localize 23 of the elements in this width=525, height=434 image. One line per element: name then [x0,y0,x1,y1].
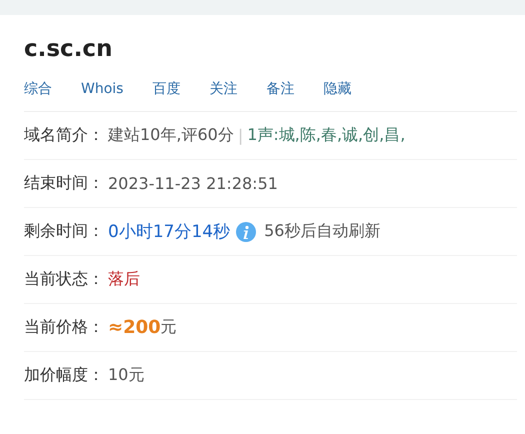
field-value: 2023-11-23 21:28:51 [108,174,278,193]
field-value: ≈200 [108,317,161,338]
tab-link[interactable]: 综合 [24,79,52,99]
field-label: 剩余时间： [24,221,104,242]
tab-link[interactable]: 备注 [266,79,294,99]
tab-link[interactable]: Whois [81,79,124,99]
tab-link[interactable]: 百度 [152,79,180,99]
domain-title: c.sc.cn [24,35,114,63]
field-value: 0小时17分14秒 [108,221,230,243]
field-label: 结束时间： [24,173,104,194]
tone-info: 1声:城,陈,春,诚,创,昌, [247,125,406,146]
field-value: 落后 [108,269,140,290]
field-label: 加价幅度： [24,365,104,386]
refresh-note: 56秒后自动刷新 [264,221,380,242]
field-label: 当前状态： [24,269,104,290]
separator: | [238,126,244,145]
field-value: 10元 [108,365,144,386]
tab-link[interactable]: 隐藏 [323,79,352,99]
field-value: 建站10年,评60分 [108,125,234,146]
field-label: 域名简介： [24,125,104,146]
tab-link[interactable]: 关注 [209,79,238,99]
field-label: 当前价格： [24,317,104,338]
price-unit: 元 [160,317,177,338]
